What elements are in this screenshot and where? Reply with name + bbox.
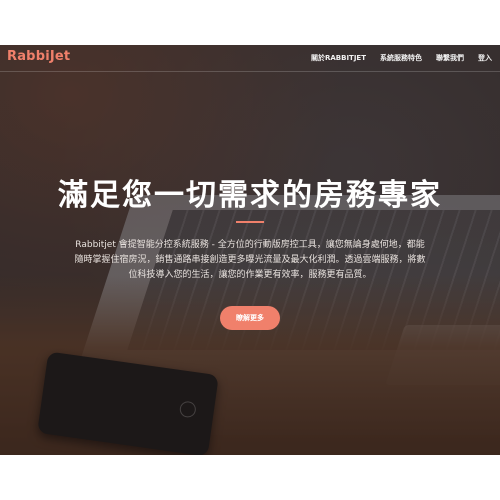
- title-divider: [236, 221, 264, 223]
- learn-more-button[interactable]: 瞭解更多: [220, 306, 280, 330]
- hero-description-line: 隨時掌握住宿房況，銷售通路串接創造更多曝光流量及最大化利潤。透過雲端服務，將數: [74, 255, 426, 265]
- nav-item-about[interactable]: 關於RABBITJET: [311, 53, 366, 63]
- brand-logo[interactable]: RabbiJet: [7, 49, 70, 64]
- nav-item-contact[interactable]: 聯繫我們: [436, 53, 464, 63]
- hero-description-line: 位科技導入您的生活，讓您的作業更有效率，服務更有品質。: [128, 270, 372, 280]
- top-navbar: RabbiJet 關於RABBITJET 系統服務特色 聯繫我們 登入: [0, 45, 500, 72]
- nav-item-login[interactable]: 登入: [478, 53, 492, 63]
- nav-menu: 關於RABBITJET 系統服務特色 聯繫我們 登入: [311, 53, 492, 63]
- nav-item-features[interactable]: 系統服務特色: [380, 53, 422, 63]
- hero-title: 滿足您一切需求的房務專家: [58, 178, 442, 213]
- hero-description-line: Rabbitjet 會提智能分控系統服務 - 全方位的行動版房控工具，讓您無論身…: [75, 240, 425, 250]
- hero-description: Rabbitjet 會提智能分控系統服務 - 全方位的行動版房控工具，讓您無論身…: [68, 238, 432, 283]
